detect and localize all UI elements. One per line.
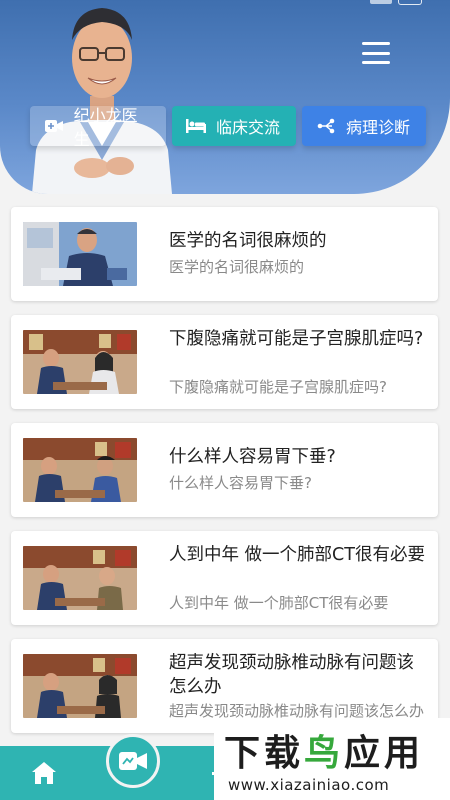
video-thumbnail bbox=[23, 222, 137, 286]
tab-doctor-label: 纪小龙医生 bbox=[73, 106, 138, 149]
article-title: 什么样人容易胃下垂? bbox=[169, 447, 336, 467]
list-item[interactable]: 什么样人容易胃下垂? 什么样人容易胃下垂? bbox=[11, 423, 438, 517]
network-icon bbox=[316, 116, 336, 136]
nav-home[interactable] bbox=[30, 760, 58, 786]
video-camera-icon bbox=[119, 752, 147, 770]
menu-button[interactable] bbox=[360, 40, 392, 66]
tab-pathology[interactable]: 病理诊断 bbox=[302, 106, 426, 146]
watermark: 下载鸟应用 www.xiazainiao.com bbox=[214, 718, 450, 800]
video-plus-icon bbox=[44, 116, 64, 136]
tab-doctor[interactable]: 纪小龙医生 bbox=[30, 106, 166, 149]
article-subtitle: 下腹隐痛就可能是子宫腺肌症吗? bbox=[169, 378, 387, 396]
article-title: 医学的名词很麻烦的 bbox=[169, 231, 327, 251]
list-item[interactable]: 医学的名词很麻烦的 医学的名词很麻烦的 bbox=[11, 207, 438, 301]
category-tabs: 纪小龙医生 临床交流 病理诊断 bbox=[30, 106, 426, 149]
video-thumbnail bbox=[23, 330, 137, 394]
watermark-logo: 下载鸟应用 bbox=[224, 733, 425, 774]
list-item[interactable]: 人到中年 做一个肺部CT很有必要 人到中年 做一个肺部CT很有必要 bbox=[11, 531, 438, 625]
tab-pathology-label: 病理诊断 bbox=[346, 118, 411, 137]
tab-clinic-label: 临床交流 bbox=[216, 118, 281, 137]
signal-icon bbox=[370, 0, 392, 4]
list-item[interactable]: 下腹隐痛就可能是子宫腺肌症吗? 下腹隐痛就可能是子宫腺肌症吗? bbox=[11, 315, 438, 409]
video-thumbnail bbox=[23, 546, 137, 610]
article-subtitle: 医学的名词很麻烦的 bbox=[169, 258, 305, 276]
bed-icon bbox=[186, 116, 206, 136]
hamburger-menu-icon bbox=[362, 42, 390, 45]
video-thumbnail bbox=[23, 654, 137, 718]
nav-video[interactable] bbox=[106, 734, 160, 788]
article-title: 人到中年 做一个肺部CT很有必要 bbox=[169, 545, 425, 565]
article-subtitle: 什么样人容易胃下垂? bbox=[169, 474, 312, 492]
article-title: 下腹隐痛就可能是子宫腺肌症吗? bbox=[169, 329, 424, 349]
tab-clinic[interactable]: 临床交流 bbox=[172, 106, 296, 146]
watermark-url: www.xiazainiao.com bbox=[228, 776, 390, 794]
article-subtitle: 人到中年 做一个肺部CT很有必要 bbox=[169, 594, 389, 612]
doctor-portrait bbox=[32, 8, 172, 194]
status-bar bbox=[370, 0, 422, 6]
header-banner: 纪小龙医生 临床交流 病理诊断 bbox=[0, 0, 450, 194]
home-icon bbox=[32, 762, 56, 784]
video-thumbnail bbox=[23, 438, 137, 502]
battery-icon bbox=[398, 0, 422, 5]
article-list: 医学的名词很麻烦的 医学的名词很麻烦的 下腹隐痛就可能是子宫腺肌症吗? 下腹隐痛… bbox=[11, 207, 438, 747]
article-title: 超声发现颈动脉椎动脉有问题该怎么办 bbox=[169, 653, 414, 697]
